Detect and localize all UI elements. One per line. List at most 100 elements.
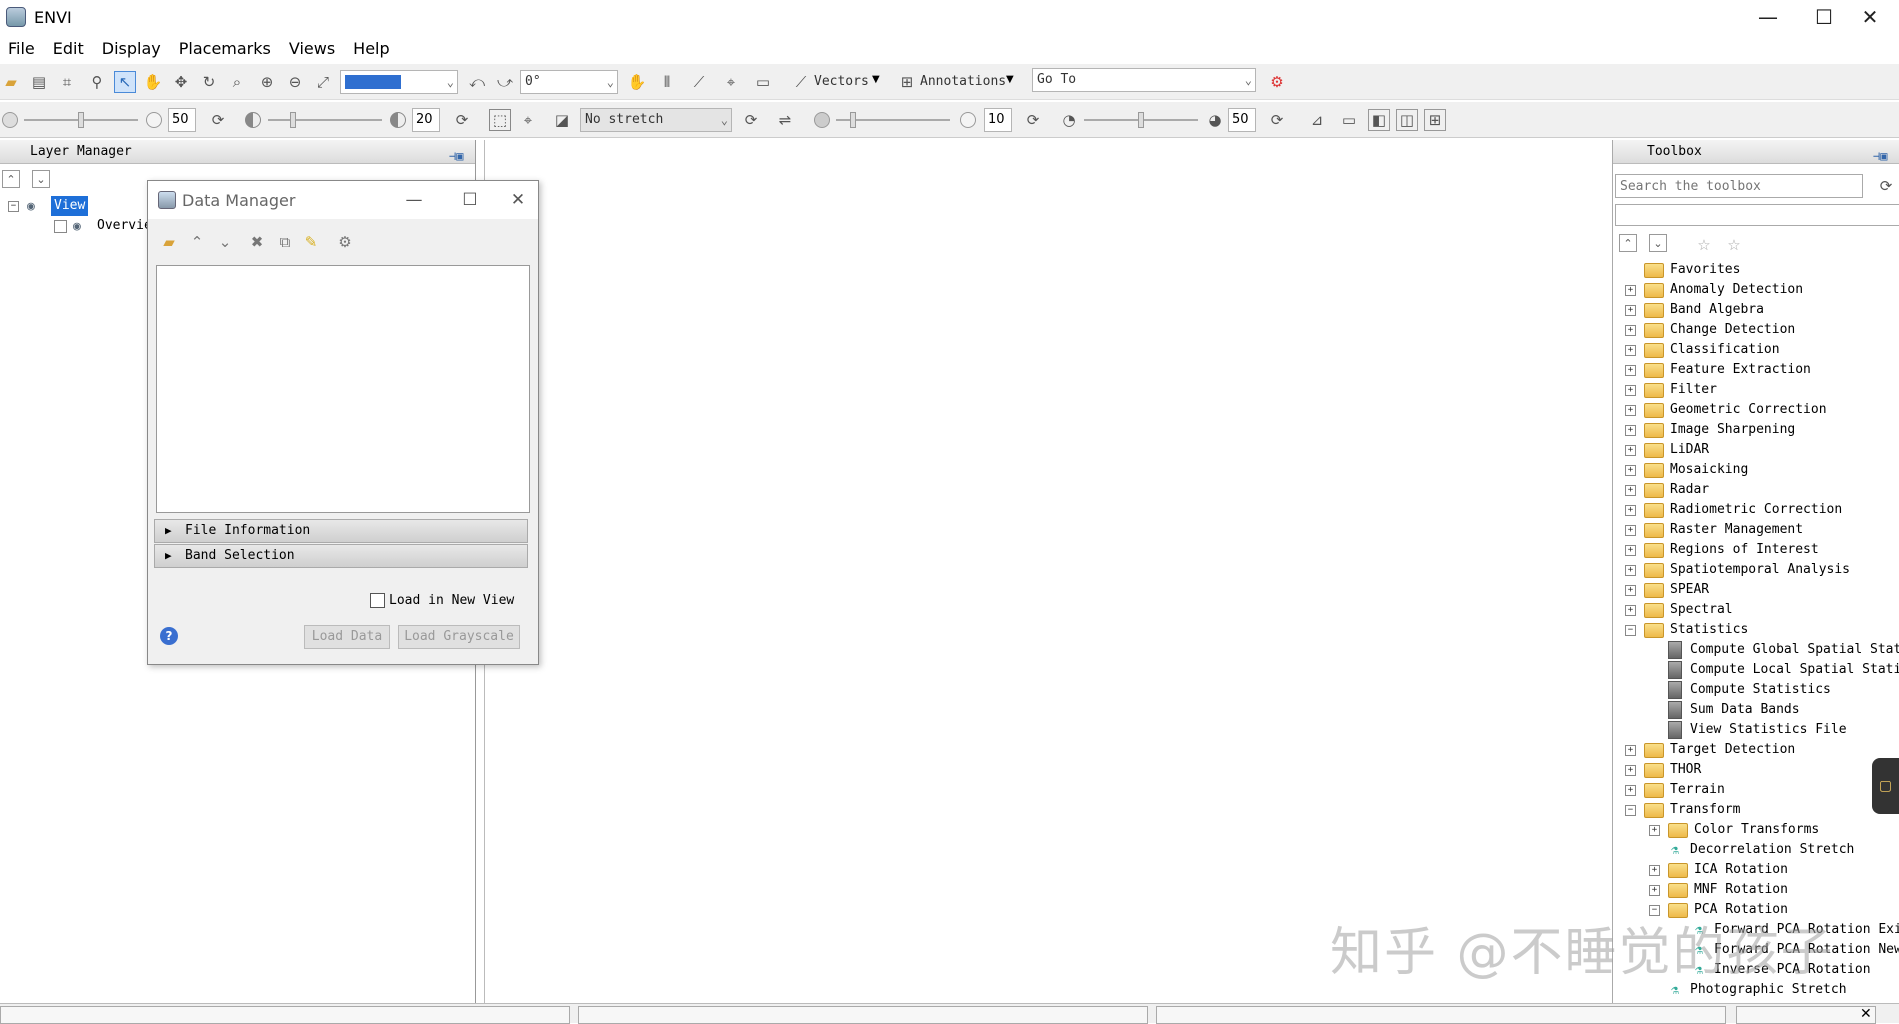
expand-icon[interactable]: + [1625,765,1636,776]
toolbox-item[interactable]: +Feature Extraction [1625,360,1811,380]
expand-icon[interactable]: + [1625,745,1636,756]
toolbox-item[interactable]: +Color Transforms [1649,820,1819,840]
collapse-all-icon[interactable]: ⌃ [1619,234,1637,252]
open-file-icon[interactable]: ▰ [0,71,22,93]
file-information-section[interactable]: ▶ File Information [154,519,528,543]
rotate-right-icon[interactable]: ⤻ [494,71,516,93]
side-handle-icon[interactable]: ▢ [1872,758,1899,814]
reset-transparency-icon[interactable]: ⟳ [1266,109,1288,131]
toolbox-item[interactable]: +SPEAR [1625,580,1709,600]
pin-icon[interactable]: ⊣▣ [1873,144,1891,160]
contrast-value[interactable]: 20 [412,108,440,132]
sharpen-slider[interactable] [836,119,950,121]
vector-edit-icon[interactable]: ⫴ [656,71,678,93]
toolbox-item[interactable]: +Geometric Correction [1625,400,1827,420]
toolbox-item[interactable]: −Statistics [1625,620,1748,640]
dm-maximize-button[interactable]: ☐ [448,181,492,219]
expand-icon[interactable]: + [1625,485,1636,496]
open-file-icon[interactable]: ▰ [158,231,180,253]
fly-icon[interactable]: ✥ [170,71,192,93]
collapse-icon[interactable]: − [1625,805,1636,816]
placemark-icon[interactable]: ⚲ [86,71,108,93]
expand-icon[interactable]: + [1625,405,1636,416]
toolbox-item[interactable]: +Mosaicking [1625,460,1748,480]
goto-combo[interactable]: Go To ⌄ [1032,68,1256,92]
vector-join-icon[interactable]: ⟋ [688,71,710,93]
expand-icon[interactable]: + [1625,545,1636,556]
tree-item-overview[interactable]: ◉ Overvie [54,216,152,236]
menu-display[interactable]: Display [94,39,169,58]
expand-icon[interactable]: + [1625,425,1636,436]
pin-icon[interactable]: ⊣▣ [449,144,467,160]
brightness-slider-thumb[interactable] [78,112,84,128]
add-favorite-icon[interactable]: ☆ [1693,234,1715,256]
toolbox-item[interactable]: +Terrain [1625,780,1725,800]
toolbox-item[interactable]: −Transform [1625,800,1740,820]
expand-icon[interactable]: + [1625,585,1636,596]
profile-icon[interactable]: ⊿ [1306,109,1328,131]
expand-icon[interactable]: + [1625,525,1636,536]
expand-icon[interactable]: + [1649,885,1660,896]
data-manager-icon[interactable]: ▤ [28,71,50,93]
toolbox-item[interactable]: +Band Algebra [1625,300,1764,320]
help-icon[interactable]: ? [160,627,178,645]
transparency-slider-thumb[interactable] [1138,112,1144,128]
collapse-icon[interactable]: − [1625,625,1636,636]
rotation-combo[interactable]: 0° ⌄ [520,70,618,94]
dm-minimize-button[interactable]: — [392,181,436,219]
expand-icon[interactable]: + [1625,785,1636,796]
expand-icon[interactable]: + [1625,365,1636,376]
load-data-button[interactable]: Load Data [304,625,390,649]
dm-close-button[interactable]: ✕ [496,181,540,219]
toolbox-filter-field[interactable] [1615,204,1899,226]
menu-file[interactable]: File [0,39,43,58]
expand-icon[interactable]: + [1625,505,1636,516]
reset-brightness-icon[interactable]: ⟳ [207,109,229,131]
toolbox-item[interactable]: +Regions of Interest [1625,540,1819,560]
zoom-combo[interactable]: ⌄ [340,70,458,94]
contrast-slider[interactable] [268,119,382,121]
options-icon[interactable]: ⚙ [334,231,356,253]
toolbox-item[interactable]: +Classification [1625,340,1780,360]
zoom-out-icon[interactable]: ⊖ [284,71,306,93]
contrast-slider-thumb[interactable] [290,112,296,128]
expand-icon[interactable]: + [1625,605,1636,616]
reset-stretch-icon[interactable]: ⟳ [740,109,762,131]
annotations-label[interactable]: Annotations [920,74,1006,89]
refresh-icon[interactable]: ⟳ [1875,175,1897,197]
close-all-icon[interactable]: ⧉ [274,231,296,253]
toolbox-item[interactable]: +Radar [1625,480,1709,500]
toolbox-item[interactable]: +Radiometric Correction [1625,500,1842,520]
rotate-icon[interactable]: ↻ [198,71,220,93]
menu-views[interactable]: Views [281,39,343,58]
toolbox-search-input[interactable] [1616,176,1862,198]
toolbox-item[interactable]: +Filter [1625,380,1717,400]
tree-item-view[interactable]: − ◉ View [8,196,88,216]
menu-edit[interactable]: Edit [45,39,92,58]
zoom-fit-icon[interactable]: ⤢ [312,71,334,93]
toolbox-item[interactable]: Compute Global Spatial Stati [1649,640,1899,660]
load-new-view-checkbox[interactable] [370,593,385,608]
portal-icon[interactable]: ▭ [1338,109,1360,131]
menu-placemarks[interactable]: Placemarks [171,39,279,58]
vectors-icon[interactable]: ⟋ [790,71,812,93]
stretch-type-icon[interactable]: ◪ [551,109,573,131]
histogram-icon[interactable]: ⇌ [774,109,796,131]
band-selection-section[interactable]: ▶ Band Selection [154,544,528,568]
crop-icon[interactable]: ⌗ [56,71,78,93]
expand-icon[interactable]: + [1625,565,1636,576]
toolbox-item[interactable]: View Statistics File [1649,720,1847,740]
expand-icon[interactable]: + [1625,285,1636,296]
transparency-slider[interactable] [1084,119,1198,121]
brightness-slider[interactable] [24,119,138,121]
close-file-icon[interactable]: ✖ [246,231,268,253]
toolbox-item[interactable]: Compute Statistics [1649,680,1831,700]
toolbox-item[interactable]: +Anomaly Detection [1625,280,1803,300]
zoom-icon[interactable]: ⌕ [226,71,248,93]
image-view[interactable] [484,140,1606,1003]
expand-icon[interactable]: ⌄ [214,231,236,253]
collapse-icon[interactable]: − [8,201,19,212]
expand-icon[interactable]: + [1649,825,1660,836]
toolbox-item[interactable]: Compute Local Spatial Statis [1649,660,1899,680]
toolbox-item[interactable]: +Spectral [1625,600,1733,620]
